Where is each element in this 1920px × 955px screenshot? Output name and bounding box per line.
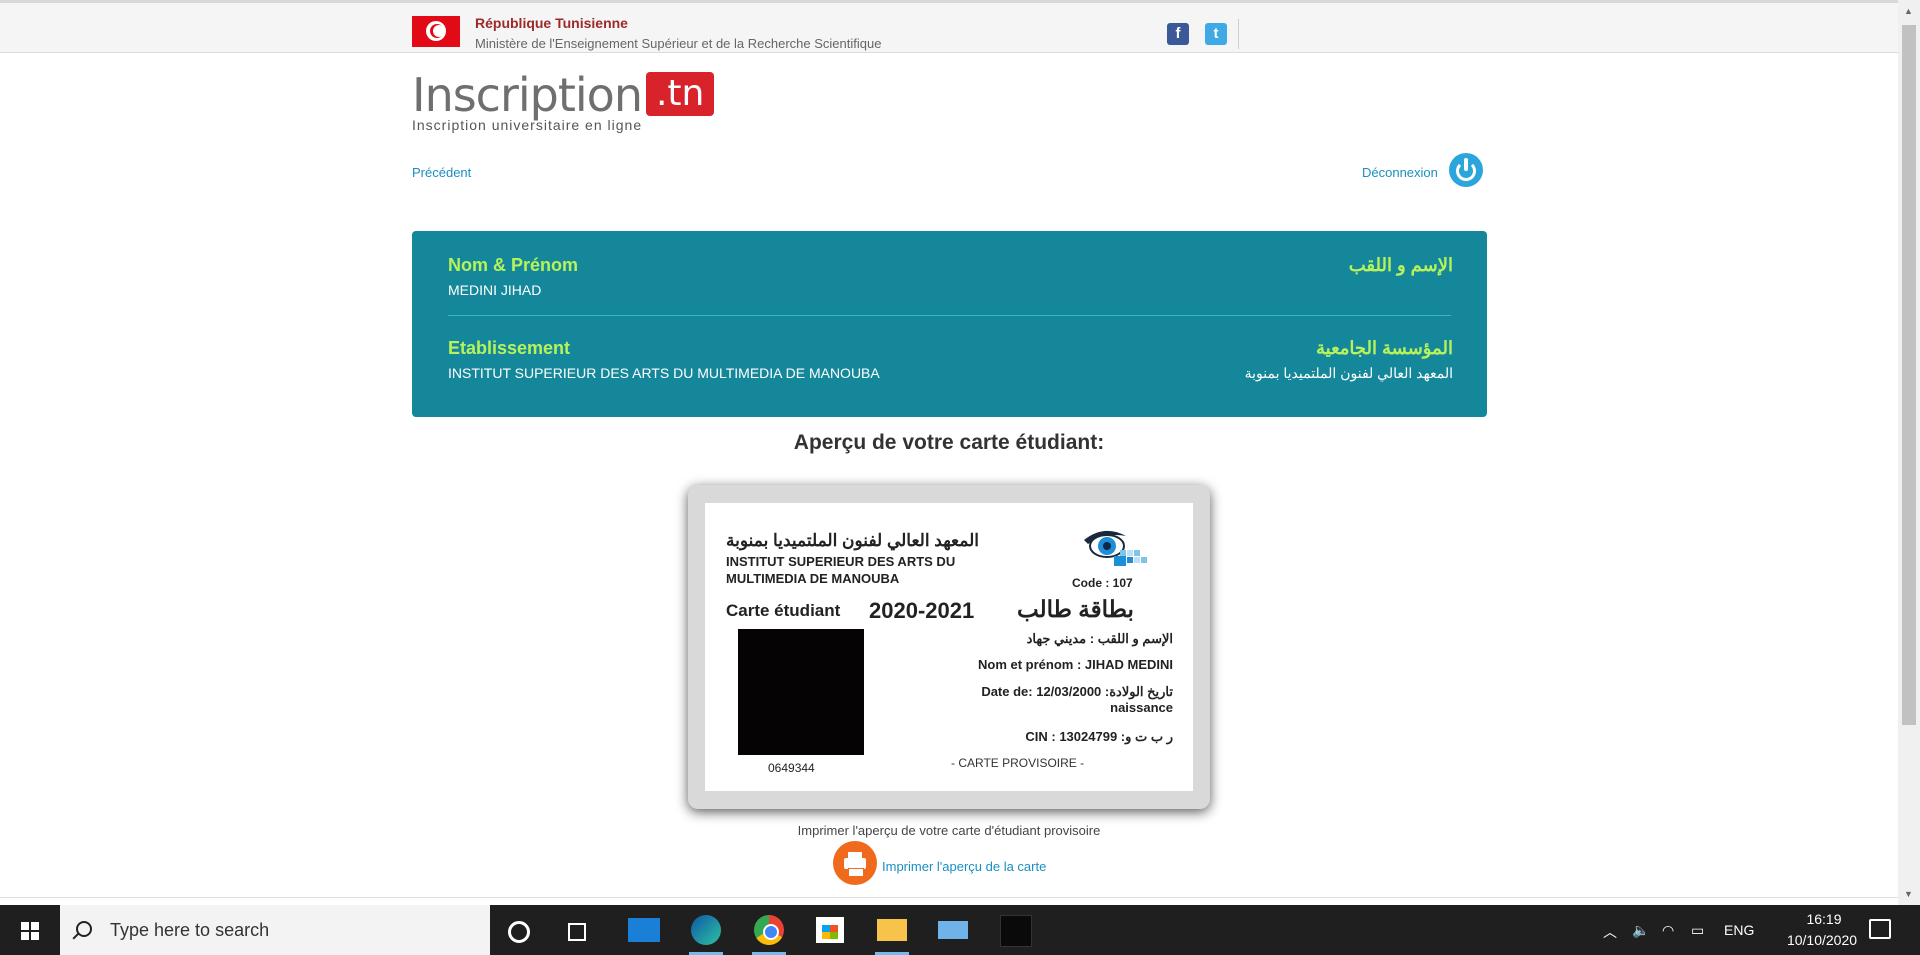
start-button[interactable] [0,905,60,955]
search-icon [76,921,92,937]
card-birthdate-cont: naissance [1110,700,1173,715]
tray-chevron-icon[interactable]: ︿ [1603,922,1617,942]
card-institution-ar: المعهد العالي لفنون الملتميديا بمنوبة [726,531,979,550]
card-institution-fr-line2: MULTIMEDIA DE MANOUBA [726,571,900,586]
gov-subtitle: Ministère de l'Enseignement Supérieur et… [475,36,882,51]
card-birthdate: Date de: 12/03/2000 :تاريخ الولادة [981,684,1173,699]
cortana-icon[interactable] [508,921,530,943]
photo-number: 0649344 [768,761,815,775]
notification-icon[interactable] [1869,919,1891,939]
clock-date[interactable]: 10/10/2020 [1767,932,1877,948]
language-indicator[interactable]: ENG [1724,922,1754,938]
divider [1238,19,1239,49]
name-label-fr: Nom & Prénom [448,255,579,275]
twitter-icon[interactable]: t [1205,23,1227,45]
student-info-panel: Nom & Prénom الإسم و اللقب MEDINI JIHAD … [412,231,1487,417]
student-card: المعهد العالي لفنون الملتميديا بمنوبة IN… [705,503,1193,791]
card-name-ar: الإسم و اللقب : مديني جهاد [1026,631,1173,646]
page-bottom-divider [0,897,1898,898]
card-preview-title: Aperçu de votre carte étudiant: [793,431,1105,454]
scroll-down-icon[interactable]: ▼ [1904,889,1913,899]
clock-time[interactable]: 16:19 [1794,911,1854,927]
task-view-icon[interactable] [568,920,590,941]
card-institution-fr-line1: INSTITUT SUPERIEUR DES ARTS DU [726,554,956,569]
windows-icon [21,922,39,940]
panel-separator [448,315,1451,316]
battery-icon[interactable]: ▭ [1691,922,1704,939]
vertical-scrollbar[interactable]: ▲ ▼ [1898,0,1920,905]
wifi-icon[interactable]: ◠ [1662,922,1674,939]
print-hint: Imprimer l'aperçu de votre carte d'étudi… [797,823,1101,838]
volume-icon[interactable]: 🔈 [1632,922,1649,939]
taskbar-search[interactable]: Type here to search [60,905,490,955]
app-icon[interactable] [1000,915,1032,947]
card-code: Code : 107 [1072,576,1133,590]
student-photo [738,629,864,755]
card-cin: CIN : 13024799 :ر ب ت و [1025,729,1173,744]
chrome-icon[interactable] [754,915,784,945]
student-name-value: MEDINI JIHAD [448,282,542,298]
name-label-ar: الإسم و اللقب [1348,255,1453,275]
institution-value-fr: INSTITUT SUPERIEUR DES ARTS DU MULTIMEDI… [448,365,880,381]
mail-icon[interactable] [628,918,660,942]
card-provisional: - CARTE PROVISOIRE - [951,756,1085,770]
scrollbar-thumb[interactable] [1902,25,1916,725]
gov-title: République Tunisienne [475,15,628,31]
institution-label-ar: المؤسسة الجامعية [1316,338,1453,358]
student-card-frame: المعهد العالي لفنون الملتميديا بمنوبة IN… [688,485,1210,809]
logo-suffix: .tn [645,72,715,116]
previous-link[interactable]: Précédent [412,165,471,180]
institution-label-fr: Etablissement [448,338,571,358]
power-icon[interactable] [1449,153,1483,187]
card-label-fr: Carte étudiant [726,601,841,620]
logout-link[interactable]: Déconnexion [1362,165,1438,180]
pc-icon[interactable] [938,921,968,939]
inscription-logo[interactable]: Inscription .tn [412,72,715,118]
printer-icon[interactable] [833,841,877,885]
store-icon[interactable] [816,917,844,943]
edge-icon[interactable] [691,915,721,945]
file-explorer-icon[interactable] [877,919,907,941]
tunisia-flag-icon [412,16,460,47]
facebook-icon[interactable]: f [1167,23,1189,45]
logo-tagline: Inscription universitaire en ligne [412,117,643,133]
scroll-up-icon[interactable]: ▲ [1904,6,1913,16]
logo-main-text: Inscription [412,68,643,122]
card-academic-year: 2020-2021 [869,598,975,623]
isamm-logo-icon [1084,530,1147,566]
print-card-link[interactable]: Imprimer l'aperçu de la carte [882,859,1046,874]
search-placeholder: Type here to search [110,920,270,940]
card-name-fr: Nom et prénom : JIHAD MEDINI [977,657,1173,672]
taskbar: Type here to search ︿ 🔈 ◠ ▭ ENG 16:19 10… [0,905,1920,955]
card-label-ar: بطاقة طالب [1017,596,1134,622]
institution-value-ar: المعهد العالي لفنون الملتميديا بمنوبة [1244,365,1453,381]
gov-header-bar: République Tunisienne Ministère de l'Ens… [0,0,1898,53]
